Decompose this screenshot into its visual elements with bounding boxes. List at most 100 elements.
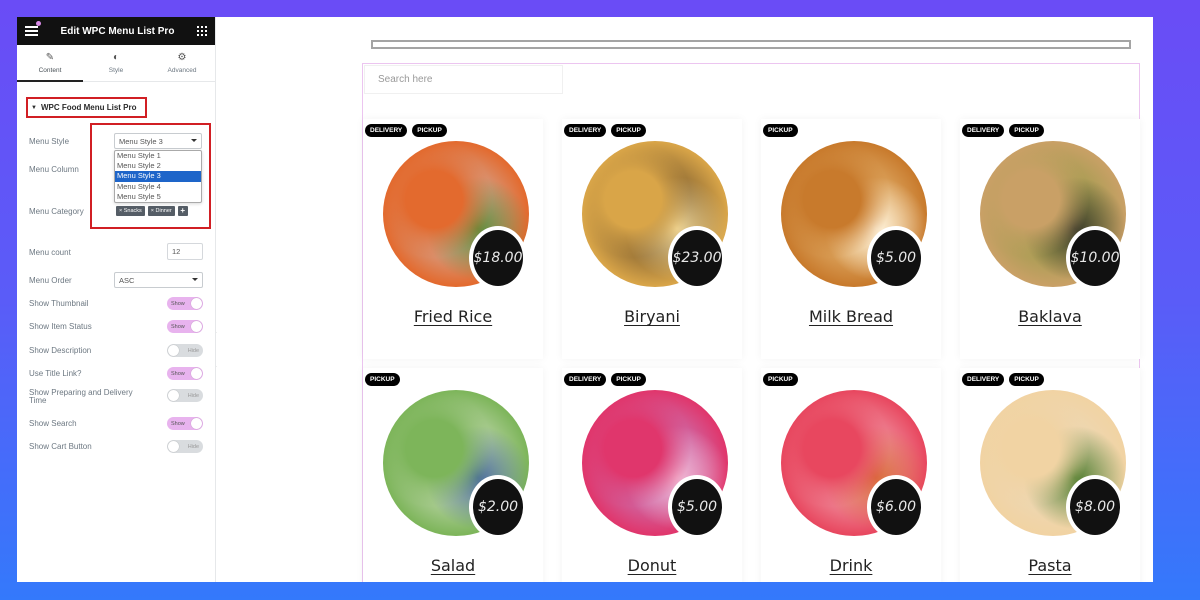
hamburger-menu-icon[interactable] <box>25 26 38 36</box>
menu-style-select[interactable]: Menu Style 3 <box>114 133 202 149</box>
price-badge: $6.00 <box>867 475 925 539</box>
item-title-link[interactable]: Salad <box>363 556 543 575</box>
toggle-label: Show Thumbnail <box>29 299 89 308</box>
category-tag-dinner[interactable]: × Dinner <box>147 206 175 216</box>
placeholder-bar <box>371 40 1131 49</box>
item-title-link[interactable]: Pasta <box>960 556 1140 575</box>
menu-style-label: Menu Style <box>29 137 70 146</box>
item-status-badges: DELIVERY PICKUP <box>962 373 1044 386</box>
toggle-switch[interactable]: Hide <box>167 344 203 357</box>
caret-down-icon: ▼ <box>31 104 37 111</box>
item-status-badges: DELIVERY PICKUP <box>564 124 646 137</box>
tab-advanced[interactable]: ⚙ Advanced <box>149 45 215 81</box>
status-badge: PICKUP <box>412 124 447 137</box>
item-title-link[interactable]: Milk Bread <box>761 307 941 326</box>
toggle-state: Hide <box>187 392 199 399</box>
status-badge: PICKUP <box>611 124 646 137</box>
item-title-link[interactable]: Drink <box>761 556 941 575</box>
toggle-switch[interactable]: Show <box>167 320 203 333</box>
tab-content[interactable]: ✎ Content <box>17 45 83 82</box>
price-badge: $10.00 <box>1066 226 1124 290</box>
toggle-state: Hide <box>187 443 199 450</box>
toggle-knob <box>168 345 179 356</box>
status-badge: DELIVERY <box>962 124 1005 137</box>
toggle-state: Show <box>171 370 185 377</box>
toggle-knob <box>191 418 202 429</box>
status-badge: PICKUP <box>1009 124 1044 137</box>
toggle-knob <box>191 298 202 309</box>
toggle-switch[interactable]: Hide <box>167 440 203 453</box>
status-badge: DELIVERY <box>962 373 1005 386</box>
menu-list-widget: Search here DELIVERY PICKUP $18.00 Fried Ri… <box>362 63 1140 582</box>
menu-item-card: PICKUP $2.00 Salad <box>363 368 543 582</box>
panel-title: Edit WPC Menu List Pro <box>60 25 175 37</box>
menu-order-select[interactable]: ASC <box>114 272 203 288</box>
item-status-badges: DELIVERY PICKUP <box>564 373 646 386</box>
category-tag-snacks[interactable]: × Snacks <box>116 206 145 216</box>
dropdown-option-selected[interactable]: Menu Style 3 <box>115 171 201 182</box>
toggle-knob <box>168 441 179 452</box>
editor-panel: Edit WPC Menu List Pro ✎ Content ◐ Style… <box>17 17 227 582</box>
status-badge: PICKUP <box>763 124 798 137</box>
price-badge: $23.00 <box>668 226 726 290</box>
toggle-switch[interactable]: Show <box>167 297 203 310</box>
item-status-badges: DELIVERY PICKUP <box>365 124 447 137</box>
item-title-link[interactable]: Donut <box>562 556 742 575</box>
toggle-switch[interactable]: Show <box>167 417 203 430</box>
search-input[interactable]: Search here <box>364 65 563 94</box>
menu-order-value: ASC <box>119 275 135 285</box>
dropdown-option[interactable]: Menu Style 4 <box>115 182 201 192</box>
menu-column-label: Menu Column <box>29 165 79 174</box>
dropdown-option[interactable]: Menu Style 5 <box>115 192 201 202</box>
panel-tabs: ✎ Content ◐ Style ⚙ Advanced <box>17 45 215 82</box>
toggle-state: Show <box>171 420 185 427</box>
price-badge: $5.00 <box>867 226 925 290</box>
toggle-label: Show Description <box>29 346 92 355</box>
add-category-button[interactable]: + <box>177 206 188 216</box>
menu-count-input[interactable]: 12 <box>167 243 203 260</box>
toggle-switch[interactable]: Show <box>167 367 203 380</box>
toggle-label: Use Title Link? <box>29 369 82 378</box>
item-title-link[interactable]: Baklava <box>960 307 1140 326</box>
dropdown-option[interactable]: Menu Style 2 <box>115 161 201 171</box>
category-tags: × Snacks × Dinner + <box>116 206 188 216</box>
menu-style-value: Menu Style 3 <box>119 136 163 146</box>
item-status-badges: PICKUP <box>763 373 798 386</box>
gear-icon: ⚙ <box>177 51 187 63</box>
menu-category-label: Menu Category <box>29 207 84 216</box>
menu-item-card: DELIVERY PICKUP $10.00 Baklava <box>960 119 1140 359</box>
menu-item-card: DELIVERY PICKUP $5.00 Donut <box>562 368 742 582</box>
item-title-link[interactable]: Fried Rice <box>363 307 543 326</box>
section-toggle-food-menu[interactable]: ▼ WPC Food Menu List Pro <box>26 97 147 118</box>
chevron-down-icon <box>192 278 198 281</box>
menu-item-card: PICKUP $6.00 Drink <box>761 368 941 582</box>
app-window: Edit WPC Menu List Pro ✎ Content ◐ Style… <box>17 17 1153 582</box>
price-badge: $2.00 <box>469 475 527 539</box>
price-badge: $5.00 <box>668 475 726 539</box>
price-badge: $8.00 <box>1066 475 1124 539</box>
dropdown-option[interactable]: Menu Style 1 <box>115 151 201 161</box>
toggle-label: Show Search <box>29 419 77 428</box>
toggle-knob <box>168 390 179 401</box>
item-status-badges: DELIVERY PICKUP <box>962 124 1044 137</box>
tab-style[interactable]: ◐ Style <box>83 45 149 81</box>
toggle-switch[interactable]: Hide <box>167 389 203 402</box>
toggle-label: Show Cart Button <box>29 442 92 451</box>
status-badge: PICKUP <box>1009 373 1044 386</box>
item-status-badges: PICKUP <box>365 373 400 386</box>
widgets-grid-icon[interactable] <box>197 26 207 36</box>
panel-header: Edit WPC Menu List Pro <box>17 17 215 45</box>
menu-order-label: Menu Order <box>29 276 72 285</box>
toggle-label: Show Item Status <box>29 322 92 331</box>
toggle-state: Show <box>171 323 185 330</box>
toggle-label: Show Preparing and Delivery Time <box>29 388 133 405</box>
menu-item-card: DELIVERY PICKUP $18.00 Fried Rice <box>363 119 543 359</box>
status-badge: DELIVERY <box>564 373 607 386</box>
tab-label: Style <box>108 66 124 74</box>
toggle-state: Hide <box>187 347 199 354</box>
tab-label: Advanced <box>167 66 197 74</box>
price-badge: $18.00 <box>469 226 527 290</box>
menu-item-card: PICKUP $5.00 Milk Bread <box>761 119 941 359</box>
item-title-link[interactable]: Biryani <box>562 307 742 326</box>
pencil-icon: ✎ <box>45 51 55 63</box>
